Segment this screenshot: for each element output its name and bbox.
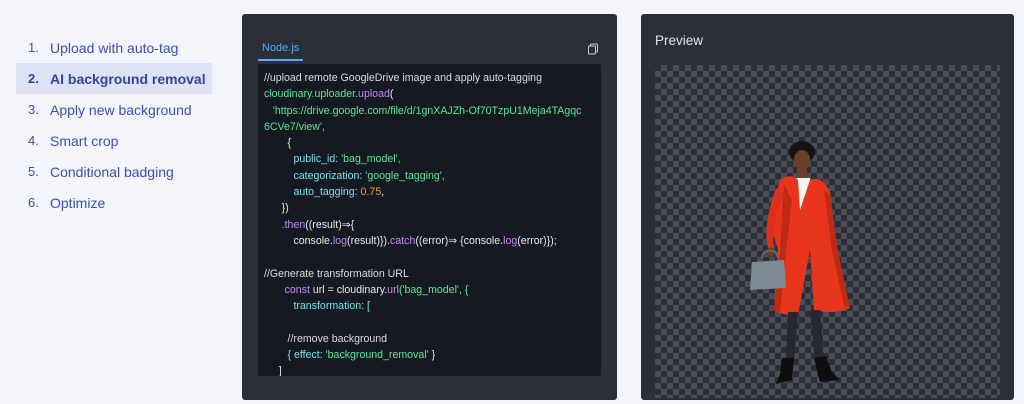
code-line: auto_tagging: 0.75, bbox=[293, 186, 385, 199]
step-label: Smart crop bbox=[50, 132, 119, 149]
step-label: AI background removal bbox=[50, 70, 206, 87]
copy-icon[interactable] bbox=[587, 43, 599, 55]
step-apply-new-background[interactable]: 3. Apply new background bbox=[16, 94, 212, 125]
model-image bbox=[750, 141, 850, 384]
code-line: 6CVe7/view', bbox=[264, 120, 325, 133]
step-number: 3. bbox=[28, 102, 39, 117]
code-line: //Generate transformation URL bbox=[264, 267, 409, 280]
step-label: Apply new background bbox=[50, 101, 192, 118]
code-header: Node.js bbox=[258, 40, 601, 62]
code-line: categorization: 'google_tagging', bbox=[293, 169, 445, 182]
code-line: { effect: 'background_removal' } bbox=[287, 349, 436, 362]
step-smart-crop[interactable]: 4. Smart crop bbox=[16, 125, 212, 156]
code-panel: Node.js //upload remote GoogleDrive imag… bbox=[242, 14, 617, 400]
step-label: Upload with auto-tag bbox=[50, 39, 179, 56]
code-line: const url = cloudinary.url('bag_model', … bbox=[284, 283, 469, 296]
code-line: { bbox=[287, 137, 292, 150]
code-line: console.log(result)}).catch((error)⇒ {co… bbox=[293, 234, 557, 247]
step-number: 1. bbox=[28, 40, 39, 55]
step-upload-with-auto-tag[interactable]: 1. Upload with auto-tag bbox=[16, 32, 212, 63]
code-line: }) bbox=[281, 202, 289, 215]
step-conditional-badging[interactable]: 5. Conditional badging bbox=[16, 156, 212, 187]
code-line: transformation: [ bbox=[293, 300, 370, 313]
step-number: 5. bbox=[28, 164, 39, 179]
page: 1. Upload with auto-tag 2. AI background… bbox=[0, 0, 1024, 404]
steps-list: 1. Upload with auto-tag 2. AI background… bbox=[16, 32, 212, 218]
code-line: public_id: 'bag_model', bbox=[293, 153, 401, 166]
code-line: //remove background bbox=[287, 332, 388, 345]
step-number: 2. bbox=[28, 71, 39, 86]
step-optimize[interactable]: 6. Optimize bbox=[16, 187, 212, 218]
preview-panel: Preview bbox=[641, 14, 1014, 400]
preview-title: Preview bbox=[655, 33, 704, 48]
code-line: .then((result)⇒{ bbox=[281, 218, 355, 231]
transparent-background bbox=[655, 65, 1000, 398]
step-label: Conditional badging bbox=[50, 163, 174, 180]
code-line: 'https://drive.google.com/file/d/1gnXAJZ… bbox=[272, 104, 582, 117]
tab-nodejs[interactable]: Node.js bbox=[258, 40, 304, 61]
code-line: //upload remote GoogleDrive image and ap… bbox=[264, 72, 542, 84]
step-number: 4. bbox=[28, 133, 39, 148]
code-block: //upload remote GoogleDrive image and ap… bbox=[258, 64, 601, 376]
step-label: Optimize bbox=[50, 194, 106, 211]
step-ai-background-removal[interactable]: 2. AI background removal bbox=[16, 63, 212, 94]
code-line: cloudinary.uploader.upload( bbox=[264, 88, 394, 101]
step-number: 6. bbox=[28, 195, 39, 210]
code-line: ] bbox=[278, 365, 282, 376]
